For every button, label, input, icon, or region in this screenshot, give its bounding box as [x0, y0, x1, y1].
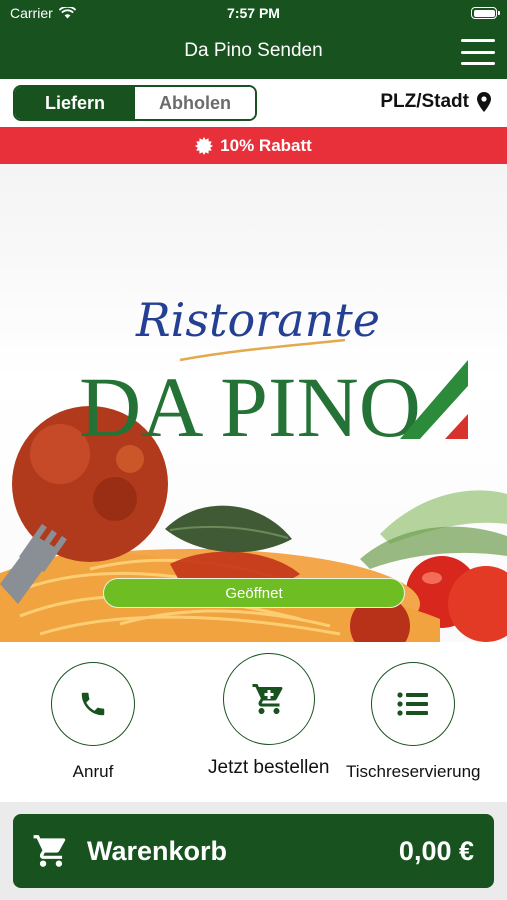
app-header: Carrier 7:57 PM Da Pino Senden — [0, 0, 507, 79]
page-title: Da Pino Senden — [184, 40, 323, 61]
order-now-action[interactable]: Jetzt bestellen — [208, 653, 329, 779]
delivery-options-row: Liefern Abholen PLZ/Stadt — [0, 79, 507, 127]
call-action[interactable]: Anruf — [51, 662, 135, 782]
logo-name-text: DA PINO — [79, 359, 421, 455]
list-icon — [397, 692, 429, 716]
reservation-label: Tischreservierung — [346, 762, 481, 781]
open-status-badge: Geöffnet — [103, 578, 405, 608]
quick-actions: Anruf Jetzt bestellen Tischreservierung — [0, 642, 507, 802]
battery-icon — [471, 7, 500, 19]
location-label: PLZ/Stadt — [380, 91, 469, 112]
tab-liefern[interactable]: Liefern — [15, 87, 135, 119]
cart-total: 0,00 € — [398, 835, 474, 866]
tab-abholen[interactable]: Abholen — [135, 87, 255, 119]
cart-icon — [252, 684, 283, 714]
badge-burst-icon — [195, 136, 214, 155]
call-button[interactable] — [51, 662, 135, 746]
logo-script-text: Ristorante — [135, 293, 380, 347]
order-now-label: Jetzt bestellen — [208, 757, 330, 778]
hero-image: Ristorante DA PINO Geöffnet — [0, 164, 507, 642]
cart-icon — [33, 835, 66, 867]
status-time: 7:57 PM — [227, 5, 280, 21]
hamburger-menu-icon[interactable] — [461, 39, 495, 65]
reservation-action[interactable]: Tischreservierung — [346, 662, 480, 782]
discount-text: 10% Rabatt — [220, 135, 312, 155]
phone-icon — [81, 692, 105, 716]
pasta-illustration: Ristorante DA PINO — [0, 293, 507, 642]
reservation-button[interactable] — [371, 662, 456, 746]
footer: Warenkorb 0,00 € — [0, 802, 507, 900]
cart-label: Warenkorb — [87, 835, 228, 866]
call-label: Anruf — [72, 762, 114, 781]
discount-banner: 10% Rabatt — [0, 127, 507, 164]
order-now-button[interactable] — [222, 653, 315, 745]
delivery-mode-toggle: Liefern Abholen — [13, 85, 257, 121]
location-selector[interactable]: PLZ/Stadt — [380, 91, 491, 113]
map-pin-icon — [477, 92, 491, 112]
cart-button[interactable]: Warenkorb 0,00 € — [13, 814, 494, 888]
